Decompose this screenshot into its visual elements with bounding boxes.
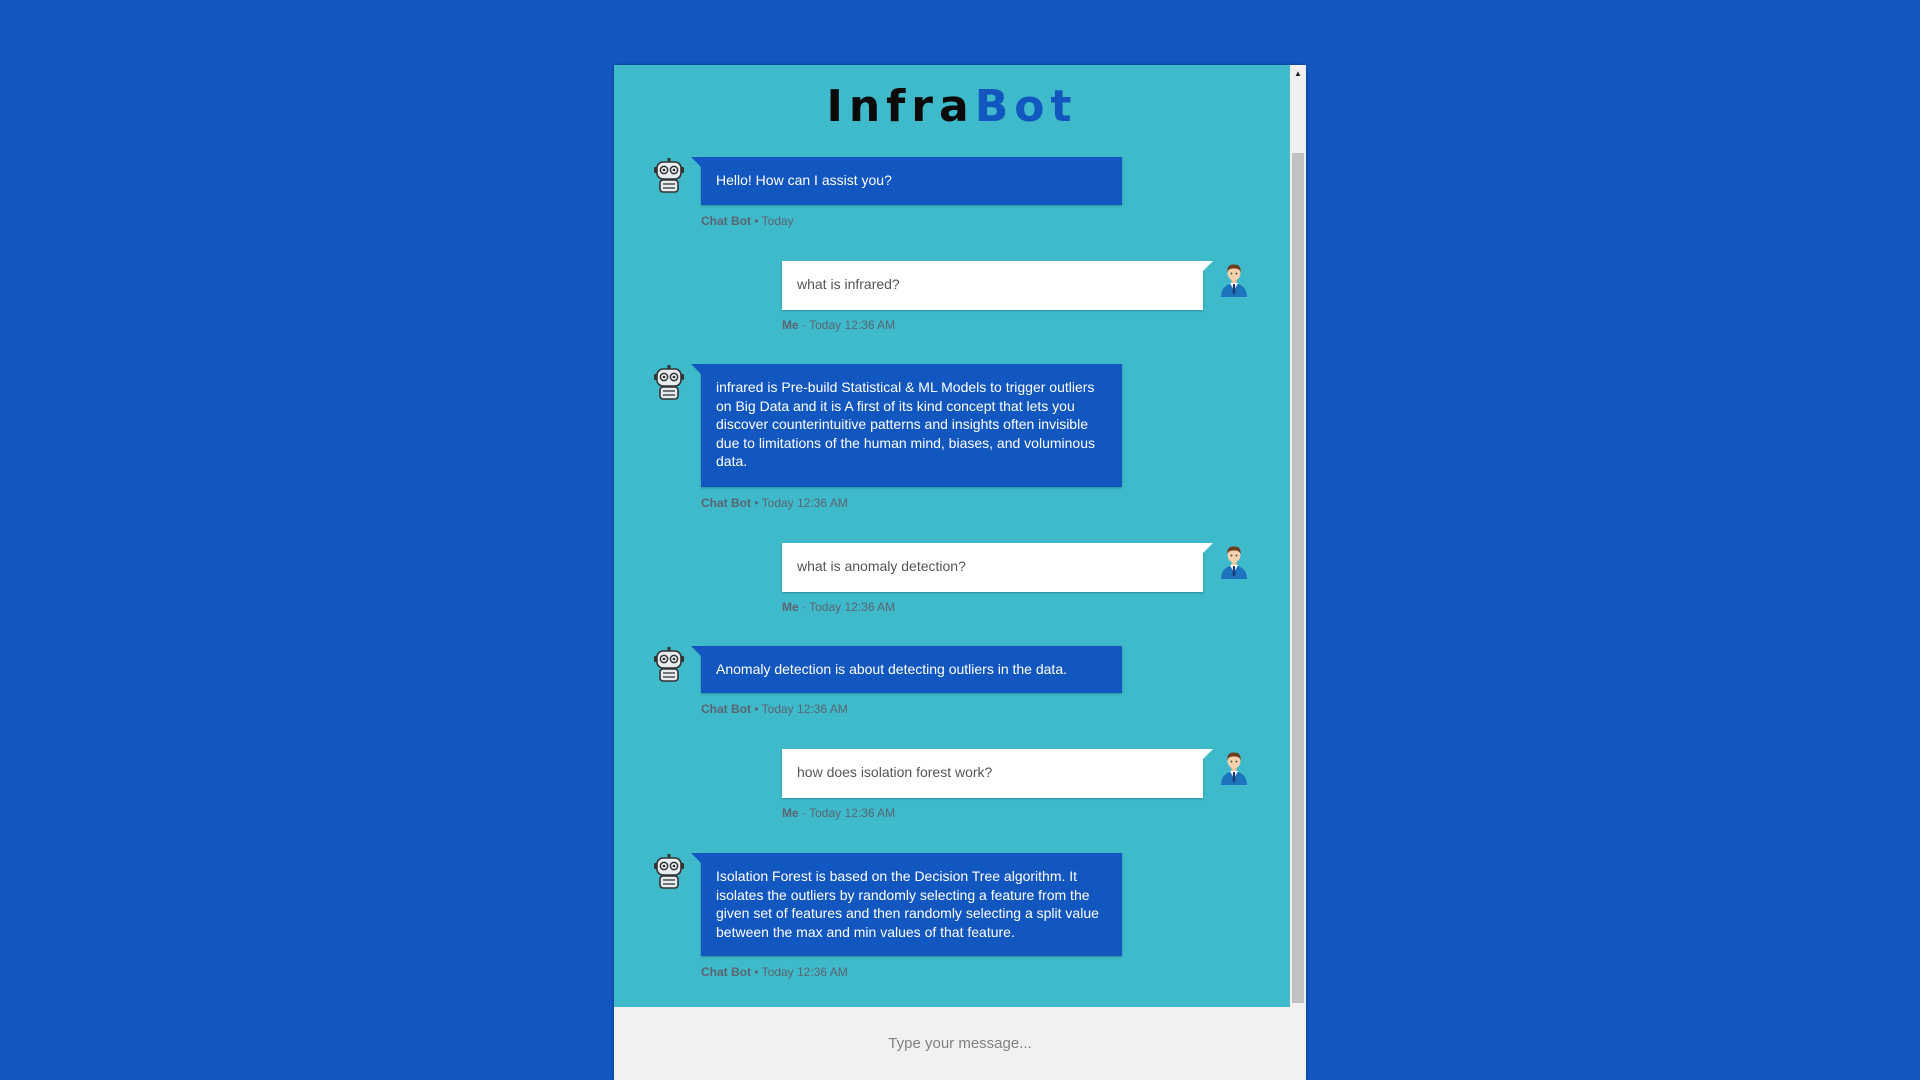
message-time: Today 12:36 AM xyxy=(809,806,896,820)
message-input[interactable] xyxy=(614,1007,1306,1080)
message-time: Today 12:36 AM xyxy=(761,702,848,716)
message-meta: Chat Bot • Today xyxy=(701,214,794,228)
bot-message: infrared is Pre-build Statistical & ML M… xyxy=(614,364,1290,514)
robot-icon xyxy=(654,854,684,889)
chat-window: InfraBot Hello! How can I assist you? Ch… xyxy=(614,65,1306,1080)
message-time: Today 12:36 AM xyxy=(809,318,896,332)
bot-message: Isolation Forest is based on the Decisio… xyxy=(614,853,1290,983)
sender-name: Chat Bot xyxy=(701,214,751,228)
message-time: Today 12:36 AM xyxy=(761,965,848,979)
businessman-icon xyxy=(1221,264,1247,297)
scroll-up-arrow-icon[interactable]: ▲ xyxy=(1290,65,1306,81)
sender-name: Me xyxy=(782,318,799,332)
message-input-bar xyxy=(614,1007,1306,1080)
user-message: what is anomaly detection? Me · Today 12… xyxy=(614,543,1290,633)
businessman-icon xyxy=(1221,546,1247,579)
scroll-thumb[interactable] xyxy=(1292,153,1304,1003)
user-message-bubble: what is infrared? xyxy=(782,261,1213,310)
robot-icon xyxy=(654,158,684,193)
app-title-part2: Bot xyxy=(974,81,1078,132)
businessman-icon xyxy=(1221,752,1247,785)
sender-name: Me xyxy=(782,600,799,614)
message-time: Today 12:36 AM xyxy=(809,600,896,614)
user-message: what is infrared? Me · Today 12:36 AM xyxy=(614,261,1290,351)
message-meta: Chat Bot • Today 12:36 AM xyxy=(701,702,848,716)
meta-separator: · xyxy=(798,600,810,614)
sender-name: Me xyxy=(782,806,799,820)
sender-name: Chat Bot xyxy=(701,496,751,510)
bot-message-bubble: infrared is Pre-build Statistical & ML M… xyxy=(691,364,1122,487)
user-message-bubble: what is anomaly detection? xyxy=(782,543,1213,592)
meta-separator: • xyxy=(751,214,762,228)
app-title-part1: Infra xyxy=(826,81,975,132)
bot-message: Anomaly detection is about detecting out… xyxy=(614,646,1290,736)
message-time: Today xyxy=(761,214,794,228)
meta-separator: · xyxy=(798,318,810,332)
message-meta: Me · Today 12:36 AM xyxy=(782,806,895,820)
meta-separator: • xyxy=(751,965,762,979)
user-message: how does isolation forest work? Me · Tod… xyxy=(614,749,1290,839)
robot-icon xyxy=(654,647,684,682)
app-title: InfraBot xyxy=(614,81,1290,133)
robot-icon xyxy=(654,365,684,400)
bot-message-bubble: Hello! How can I assist you? xyxy=(691,157,1122,205)
message-meta: Me · Today 12:36 AM xyxy=(782,600,895,614)
message-time: Today 12:36 AM xyxy=(761,496,848,510)
message-meta: Chat Bot • Today 12:36 AM xyxy=(701,965,848,979)
user-message-bubble: how does isolation forest work? xyxy=(782,749,1213,798)
meta-separator: • xyxy=(751,702,762,716)
meta-separator: • xyxy=(751,496,762,510)
bot-message: Hello! How can I assist you? Chat Bot • … xyxy=(614,157,1290,247)
chat-scrollbar[interactable]: ▲ xyxy=(1290,65,1306,1007)
sender-name: Chat Bot xyxy=(701,965,751,979)
message-meta: Chat Bot • Today 12:36 AM xyxy=(701,496,848,510)
message-meta: Me · Today 12:36 AM xyxy=(782,318,895,332)
meta-separator: · xyxy=(798,806,810,820)
bot-message-bubble: Isolation Forest is based on the Decisio… xyxy=(691,853,1122,956)
bot-message-bubble: Anomaly detection is about detecting out… xyxy=(691,646,1122,693)
sender-name: Chat Bot xyxy=(701,702,751,716)
